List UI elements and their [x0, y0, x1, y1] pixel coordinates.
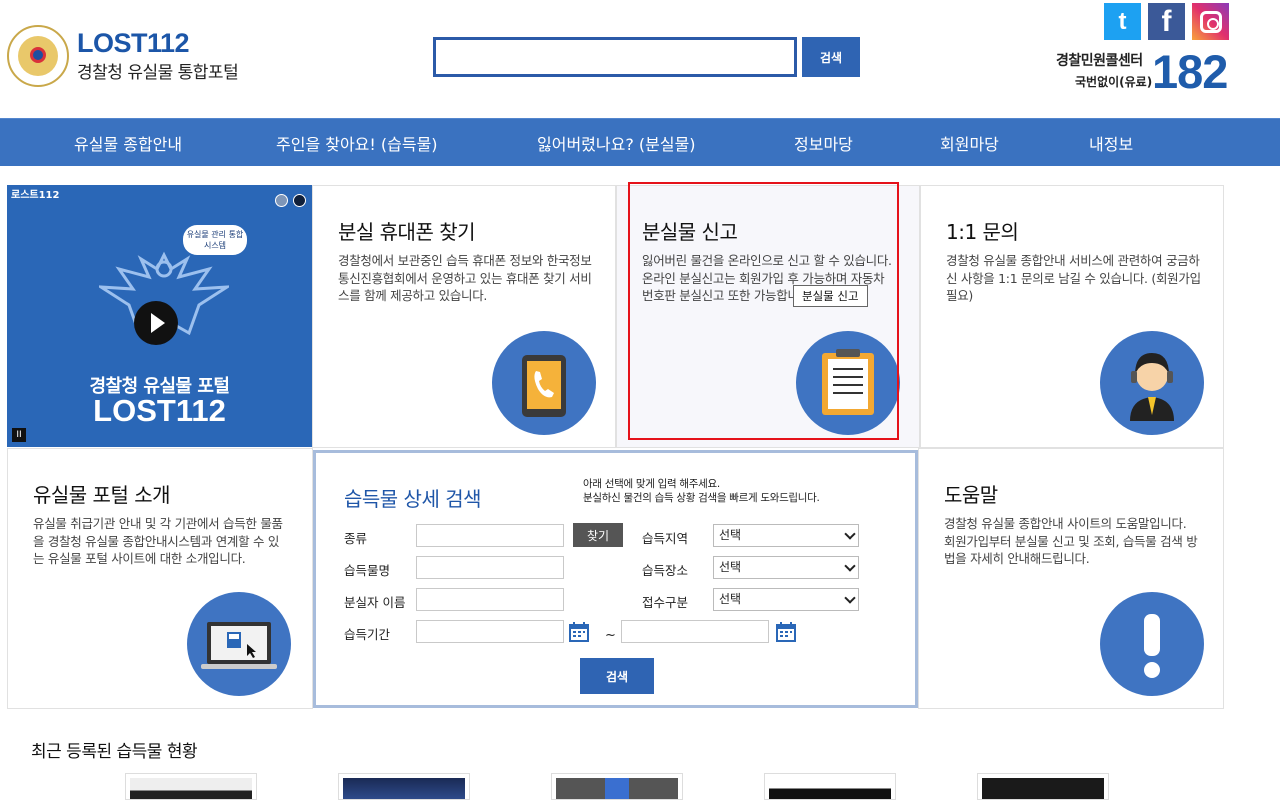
- promo-tag: 로스트112: [11, 190, 60, 201]
- region-select-value: 선택: [719, 528, 742, 542]
- label-place: 습득장소: [642, 563, 689, 578]
- period-start-field[interactable]: [416, 620, 564, 643]
- nav-item-myinfo[interactable]: 내정보: [1089, 131, 1133, 155]
- promo-video[interactable]: 로스트112 유실물 관리 통합 시스템 경찰청 유실물 포털 LOST112 …: [7, 185, 312, 447]
- operator-icon: [1100, 331, 1204, 435]
- region-select[interactable]: 선택: [713, 524, 859, 547]
- nav-item-guide[interactable]: 유실물 종합안내: [74, 131, 182, 155]
- item-name-field[interactable]: [416, 556, 564, 579]
- tile-intro-title: 유실물 포털 소개: [33, 483, 171, 507]
- call-center-sub: 국번없이(유료): [1075, 75, 1153, 89]
- site-header: LOST112 경찰청 유실물 통합포털 검색 t f 경찰민원콜센터 국번없이…: [0, 0, 1280, 118]
- promo-title-line2: LOST112: [93, 393, 226, 428]
- label-item-name: 습득물명: [344, 563, 391, 578]
- tooltip-lost-report: 분실물 신고: [793, 285, 868, 307]
- calendar-icon[interactable]: [568, 621, 590, 643]
- tile-phone-title: 분실 휴대폰 찾기: [338, 220, 476, 244]
- kind-find-button[interactable]: 찾기: [573, 523, 623, 547]
- instagram-icon[interactable]: [1192, 3, 1229, 40]
- nav-item-member[interactable]: 회원마당: [940, 131, 999, 155]
- label-receipt: 접수구분: [642, 595, 689, 610]
- period-tilde: ~: [605, 628, 616, 643]
- tablet-phone-icon: [492, 331, 596, 435]
- search-button[interactable]: 검색: [802, 37, 860, 77]
- recent-item-thumb[interactable]: [338, 773, 470, 800]
- nav-item-info[interactable]: 정보마당: [794, 131, 853, 155]
- police-emblem-logo[interactable]: [7, 25, 69, 87]
- search-panel-note-line2: 분실하신 물건의 습득 상황 검색을 빠르게 도와드립니다.: [583, 492, 820, 504]
- brand-title[interactable]: LOST112: [77, 28, 190, 59]
- label-region: 습득지역: [642, 531, 689, 546]
- tile-phone-search[interactable]: 분실 휴대폰 찾기 경찰청에서 보관중인 습득 휴대폰 정보와 한국정보통신진흥…: [312, 185, 616, 448]
- calendar-icon[interactable]: [775, 621, 797, 643]
- place-select-value: 선택: [719, 560, 742, 574]
- call-center-label: 경찰민원콜센터: [1056, 53, 1143, 69]
- tile-portal-intro[interactable]: 유실물 포털 소개 유실물 취급기관 안내 및 각 기관에서 습득한 물품을 경…: [7, 448, 313, 709]
- label-owner-name: 분실자 이름: [344, 595, 406, 610]
- twitter-icon[interactable]: t: [1104, 3, 1141, 40]
- highlight-box: [628, 182, 899, 440]
- slide-dot-2[interactable]: [293, 194, 306, 207]
- call-center-number: 182: [1152, 45, 1228, 98]
- monitor-icon: [187, 592, 291, 696]
- nav-item-found[interactable]: 주인을 찾아요! (습득물): [276, 131, 438, 155]
- facebook-glyph: f: [1161, 4, 1172, 38]
- brand-subtitle[interactable]: 경찰청 유실물 통합포털: [77, 58, 239, 83]
- tile-qna[interactable]: 1:1 문의 경찰청 유실물 종합안내 서비스에 관련하여 궁금하신 사항을 1…: [920, 185, 1224, 448]
- slide-dot-1[interactable]: [275, 194, 288, 207]
- facebook-icon[interactable]: f: [1148, 3, 1185, 40]
- period-end-field[interactable]: [621, 620, 769, 643]
- search-input[interactable]: [433, 37, 797, 77]
- tile-intro-desc: 유실물 취급기관 안내 및 각 기관에서 습득한 물품을 경찰청 유실물 종합안…: [33, 516, 283, 566]
- search-panel-title: 습득물 상세 검색: [344, 487, 482, 511]
- tile-help[interactable]: 도움말 경찰청 유실물 종합안내 사이트의 도움말입니다. 회원가입부터 분실물…: [918, 448, 1224, 709]
- tile-qna-title: 1:1 문의: [946, 220, 1019, 244]
- detail-search-button[interactable]: 검색: [580, 658, 654, 694]
- receipt-select-value: 선택: [719, 592, 742, 606]
- recent-found-title: 최근 등록된 습득물 현황: [31, 742, 198, 762]
- tile-help-desc: 경찰청 유실물 종합안내 사이트의 도움말입니다. 회원가입부터 분실물 신고 …: [944, 516, 1198, 566]
- label-period: 습득기간: [344, 627, 391, 642]
- main-nav: 유실물 종합안내 주인을 찾아요! (습득물) 잃어버렸나요? (분실물) 정보…: [0, 118, 1280, 166]
- recent-item-thumb[interactable]: [551, 773, 683, 800]
- label-kind: 종류: [344, 531, 368, 546]
- owner-name-field[interactable]: [416, 588, 564, 611]
- found-item-search-panel: 습득물 상세 검색 아래 선택에 맞게 입력 해주세요. 분실하신 물건의 습득…: [313, 450, 918, 708]
- tile-qna-desc: 경찰청 유실물 종합안내 서비스에 관련하여 궁금하신 사항을 1:1 문의로 …: [946, 253, 1201, 303]
- twitter-glyph: t: [1118, 7, 1127, 35]
- play-icon[interactable]: [134, 301, 178, 345]
- kind-field[interactable]: [416, 524, 564, 547]
- tile-phone-desc: 경찰청에서 보관중인 습득 휴대폰 정보와 한국정보통신진흥협회에서 운영하고 …: [338, 253, 592, 303]
- exclamation-icon: [1100, 592, 1204, 696]
- recent-item-thumb[interactable]: [764, 773, 896, 800]
- place-select[interactable]: 선택: [713, 556, 859, 579]
- pause-icon[interactable]: II: [12, 428, 26, 442]
- recent-item-thumb[interactable]: [977, 773, 1109, 800]
- receipt-select[interactable]: 선택: [713, 588, 859, 611]
- nav-item-lost[interactable]: 잃어버렸나요? (분실물): [537, 131, 696, 155]
- search-panel-note: 아래 선택에 맞게 입력 해주세요. 분실하신 물건의 습득 상황 검색을 빠르…: [583, 477, 820, 505]
- tile-help-title: 도움말: [944, 483, 998, 507]
- search-panel-note-line1: 아래 선택에 맞게 입력 해주세요.: [583, 478, 720, 490]
- recent-item-thumb[interactable]: [125, 773, 257, 800]
